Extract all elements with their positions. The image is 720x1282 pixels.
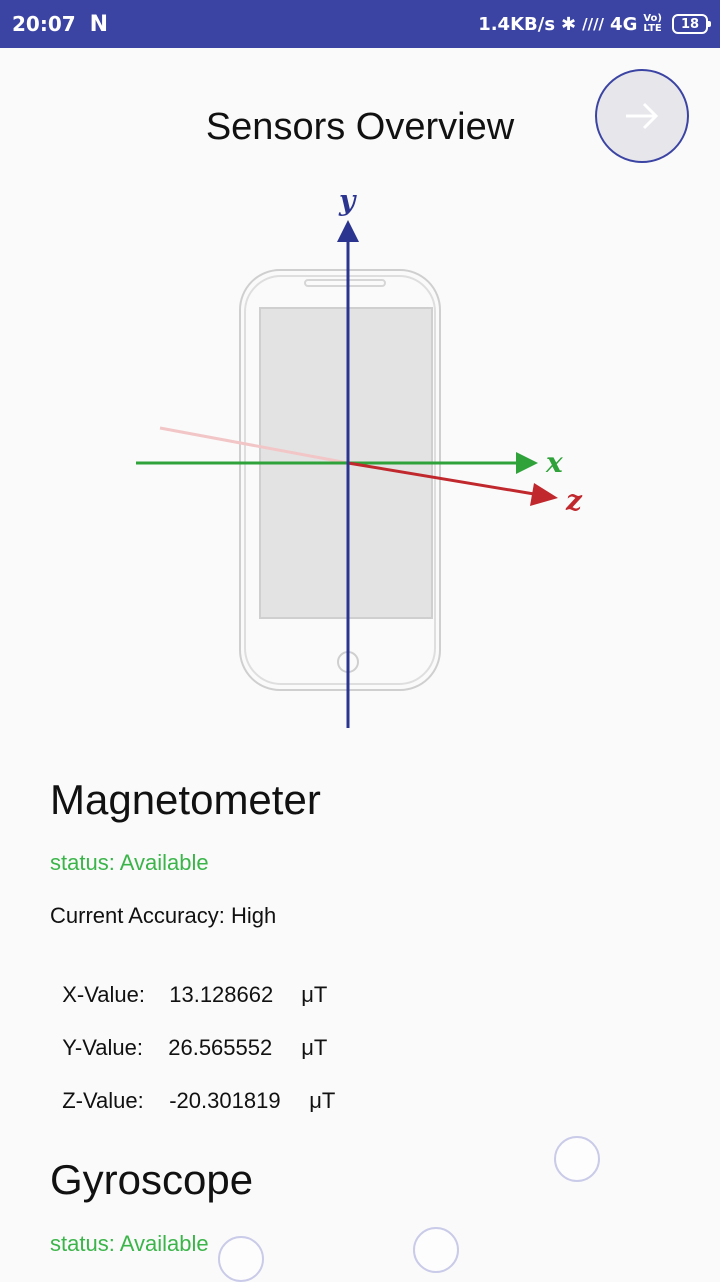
touch-indicator [413,1227,459,1273]
x-value: 13.128662 [169,982,274,1007]
touch-indicator [554,1136,600,1182]
z-value-label: Z-Value: [62,1088,144,1113]
z-unit: μT [309,1088,336,1113]
touch-indicator [218,1236,264,1282]
gyroscope-title: Gyroscope [50,1156,254,1203]
magnetometer-title: Magnetometer [50,776,321,823]
magnetometer-x-row: X-Value: 13.128662 μT [50,956,327,1008]
magnetometer-y-row: Y-Value: 26.565552 μT [50,1009,327,1061]
magnetometer-status: status: Available [50,850,209,875]
bluetooth-icon: ✱ [561,13,577,35]
x-value-label: X-Value: [62,982,145,1007]
notification-n-icon: N [89,11,109,37]
battery-level: 18 [680,16,700,32]
status-bar: 20:07 N 1.4KB/s ✱ //// 4G Vo) LTE 18 [0,0,720,48]
y-value-label: Y-Value: [62,1035,143,1060]
axis-label-y: y [338,184,357,217]
axis-label-x: x [545,446,563,479]
net-speed: 1.4KB/s [478,13,556,35]
next-button[interactable] [595,69,689,163]
magnetometer-z-row: Z-Value: -20.301819 μT [50,1062,335,1114]
volte-icon: Vo) LTE [643,13,662,34]
magnetometer-accuracy: Current Accuracy: High [50,903,277,928]
z-value: -20.301819 [169,1088,281,1113]
signal-icon: //// [582,15,605,33]
network-type: 4G [610,13,638,35]
device-axes-diagram: y x z [136,184,583,728]
x-unit: μT [301,982,328,1007]
arrow-right-icon [626,102,659,130]
status-icons: 1.4KB/s ✱ //// 4G Vo) LTE 18 [478,13,711,35]
battery-icon: 18 [672,14,711,34]
axis-label-z: z [565,484,583,517]
status-time: 20:07 [12,12,76,36]
y-value: 26.565552 [168,1035,273,1060]
phone-outline [239,269,441,691]
gyroscope-status: status: Available [50,1231,209,1256]
y-unit: μT [301,1035,328,1060]
